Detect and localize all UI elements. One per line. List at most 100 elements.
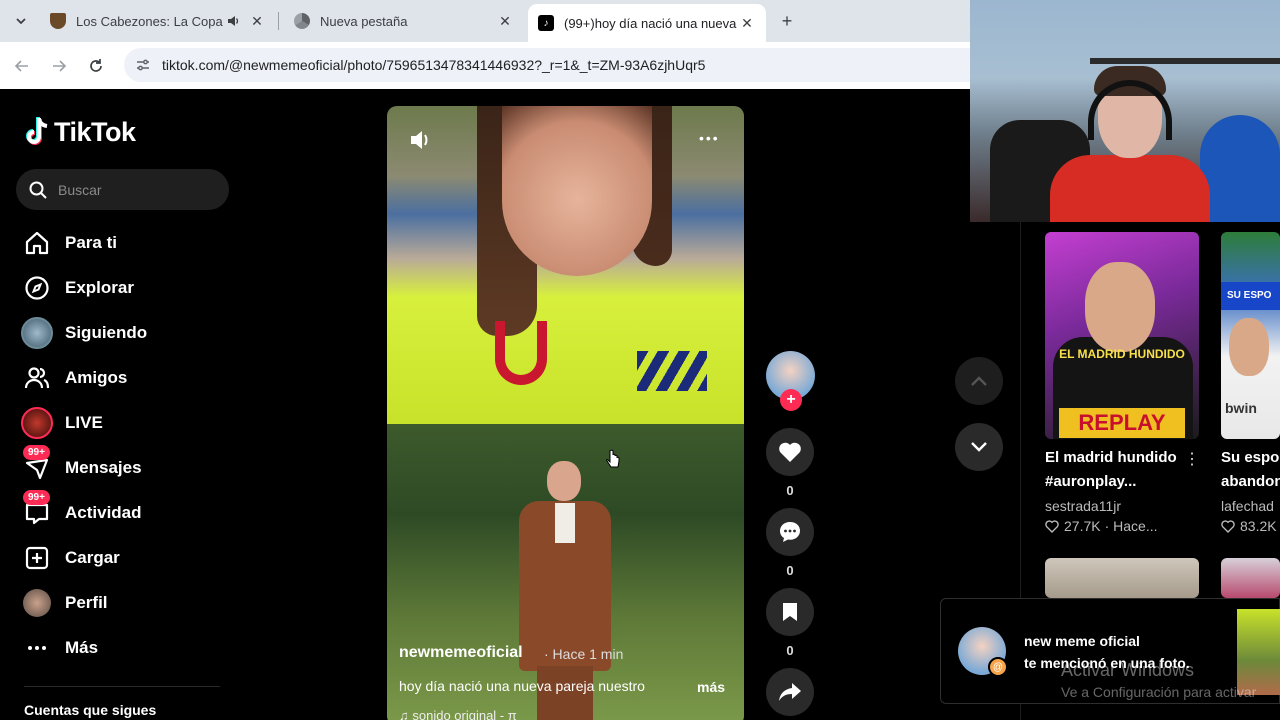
recommendation-author[interactable]: sestrada11jr	[1045, 498, 1121, 514]
friends-icon	[20, 361, 54, 395]
reload-button[interactable]	[84, 54, 108, 78]
logo-text: TikTok	[54, 116, 136, 147]
tab-separator	[278, 12, 279, 30]
game-shield-icon	[50, 13, 66, 29]
close-tab-icon[interactable]: ✕	[248, 12, 266, 30]
recommendation-thumbnail[interactable]	[1221, 558, 1280, 598]
face-shape	[502, 106, 652, 276]
sidebar-item-actividad[interactable]: 99+ Actividad	[20, 489, 230, 535]
save-button[interactable]	[766, 588, 814, 636]
tiktok-logo-icon	[26, 117, 48, 145]
follow-button[interactable]: +	[780, 389, 802, 411]
recommendation-author[interactable]: lafechad	[1221, 498, 1280, 514]
caption-more-link[interactable]: más	[697, 679, 725, 695]
recommendation-time: · Hace...	[1104, 518, 1158, 534]
like-count: 0	[786, 483, 794, 498]
tiktok-logo[interactable]: TikTok	[24, 116, 136, 148]
more-icon	[20, 631, 54, 665]
sidebar-item-siguiendo[interactable]: Siguiendo	[20, 310, 230, 355]
search-input[interactable]	[58, 181, 218, 198]
home-icon	[20, 226, 54, 260]
recommendation-menu-icon[interactable]: ⋮	[1184, 449, 1200, 469]
close-tab-icon[interactable]: ✕	[738, 14, 756, 32]
heart-icon	[779, 442, 801, 462]
post-time: · Hace 1 min	[544, 646, 624, 662]
webcam-overlay	[970, 0, 1280, 222]
sidebar-item-label: Cargar	[65, 547, 120, 567]
recommendation-title-line: El madrid hundido	[1045, 449, 1177, 466]
sidebar-divider	[24, 686, 220, 687]
sidebar-item-para-ti[interactable]: Para ti	[20, 220, 230, 265]
speaker-icon[interactable]	[224, 12, 242, 30]
sidebar-nav: Para ti Explorar Siguiendo Amigos LIVE 9…	[20, 220, 230, 670]
tab-los-cabezones[interactable]: Los Cabezones: La Copa Mu ✕	[40, 4, 276, 38]
recommendation-title[interactable]: Su espo abandon	[1221, 446, 1280, 494]
recommendation-stats: 83.2K	[1221, 518, 1280, 534]
tab-search-chevron-icon[interactable]	[10, 10, 32, 32]
recommendation-thumbnail[interactable]: SU ESPO bwin	[1221, 232, 1280, 439]
site-settings-icon[interactable]	[134, 56, 152, 74]
save-count: 0	[786, 643, 794, 658]
tab-nueva-pestana[interactable]: Nueva pestaña ✕	[284, 4, 524, 38]
unread-badge: 99+	[23, 444, 50, 460]
back-button[interactable]	[10, 54, 34, 78]
sidebar-item-label: Más	[65, 637, 99, 657]
messages-icon: 99+	[20, 444, 54, 485]
post-more-options-icon[interactable]: •••	[699, 130, 720, 146]
forward-button[interactable]	[47, 54, 71, 78]
sidebar-item-perfil[interactable]: Perfil	[20, 580, 230, 625]
recommendation-title-line: Su espo	[1221, 449, 1280, 466]
like-button[interactable]	[766, 428, 814, 476]
comment-button[interactable]	[766, 508, 814, 556]
address-bar[interactable]: tiktok.com/@newmemeoficial/photo/7596513…	[124, 48, 970, 82]
hand-cursor-icon	[606, 449, 620, 468]
bookmark-icon	[783, 603, 797, 621]
recommendation-title-line: abandon	[1221, 473, 1280, 490]
sidebar-item-mas[interactable]: Más	[20, 625, 230, 670]
sidebar-item-label: Mensajes	[65, 457, 142, 477]
volume-icon[interactable]	[407, 128, 435, 152]
sidebar-item-label: Explorar	[65, 277, 134, 297]
sidebar-item-live[interactable]: LIVE	[20, 400, 230, 445]
tab-tiktok-active[interactable]: ♪ (99+)hoy día nació una nueva p ✕	[528, 4, 766, 42]
tab-strip: Los Cabezones: La Copa Mu ✕ Nueva pestañ…	[0, 0, 970, 42]
previous-post-button[interactable]	[955, 357, 1003, 405]
share-button[interactable]	[766, 668, 814, 716]
sidebar-item-label: Actividad	[65, 502, 142, 522]
navigation-bar: tiktok.com/@newmemeoficial/photo/7596513…	[0, 42, 970, 89]
tab-title: (99+)hoy día nació una nueva p	[564, 15, 738, 31]
person-head	[1229, 318, 1269, 376]
sidebar-item-cargar[interactable]: Cargar	[20, 535, 230, 580]
windows-activation-watermark: Activar Windows	[1061, 660, 1195, 680]
sidebar-item-explorar[interactable]: Explorar	[20, 265, 230, 310]
notification-name: new meme oficial	[1024, 633, 1140, 649]
recommendation-stats: 27.7K · Hace...	[1045, 518, 1158, 534]
following-accounts-heading: Cuentas que sigues	[24, 702, 157, 718]
screen: Los Cabezones: La Copa Mu ✕ Nueva pestañ…	[0, 0, 1280, 720]
recommendation-thumbnail[interactable]: EL MADRID HUNDIDO REPLAY	[1045, 232, 1199, 439]
post-photo-carousel[interactable]: •••	[387, 106, 744, 720]
search-box[interactable]	[16, 169, 229, 210]
live-icon	[20, 406, 54, 440]
sidebar-item-mensajes[interactable]: 99+ Mensajes	[20, 444, 230, 490]
close-tab-icon[interactable]: ✕	[496, 12, 514, 30]
recommendation-title[interactable]: El madrid hundido #auronplay...	[1045, 446, 1185, 494]
tab-title: Nueva pestaña	[320, 13, 408, 29]
sidebar-item-label: Para ti	[65, 232, 117, 252]
streamer-shirt	[1050, 155, 1210, 222]
recommendation-thumbnail[interactable]	[1045, 558, 1199, 598]
recommendation-likes: 27.7K	[1064, 518, 1101, 534]
browser-chrome: Los Cabezones: La Copa Mu ✕ Nueva pestañ…	[0, 0, 970, 89]
url-text: tiktok.com/@newmemeoficial/photo/7596513…	[162, 57, 706, 73]
sidebar-item-label: Amigos	[65, 367, 128, 387]
post-username[interactable]: newmemeoficial	[399, 644, 523, 662]
head-shape	[547, 461, 581, 501]
sidebar-item-amigos[interactable]: Amigos	[20, 355, 230, 400]
search-icon	[29, 181, 47, 199]
upload-icon	[20, 541, 54, 575]
new-tab-button[interactable]: +	[776, 10, 798, 32]
next-post-button[interactable]	[955, 423, 1003, 471]
gaming-chair	[1200, 115, 1280, 222]
chevron-down-icon	[971, 442, 987, 452]
post-sound[interactable]: ♫ sonido original - π	[399, 708, 517, 720]
